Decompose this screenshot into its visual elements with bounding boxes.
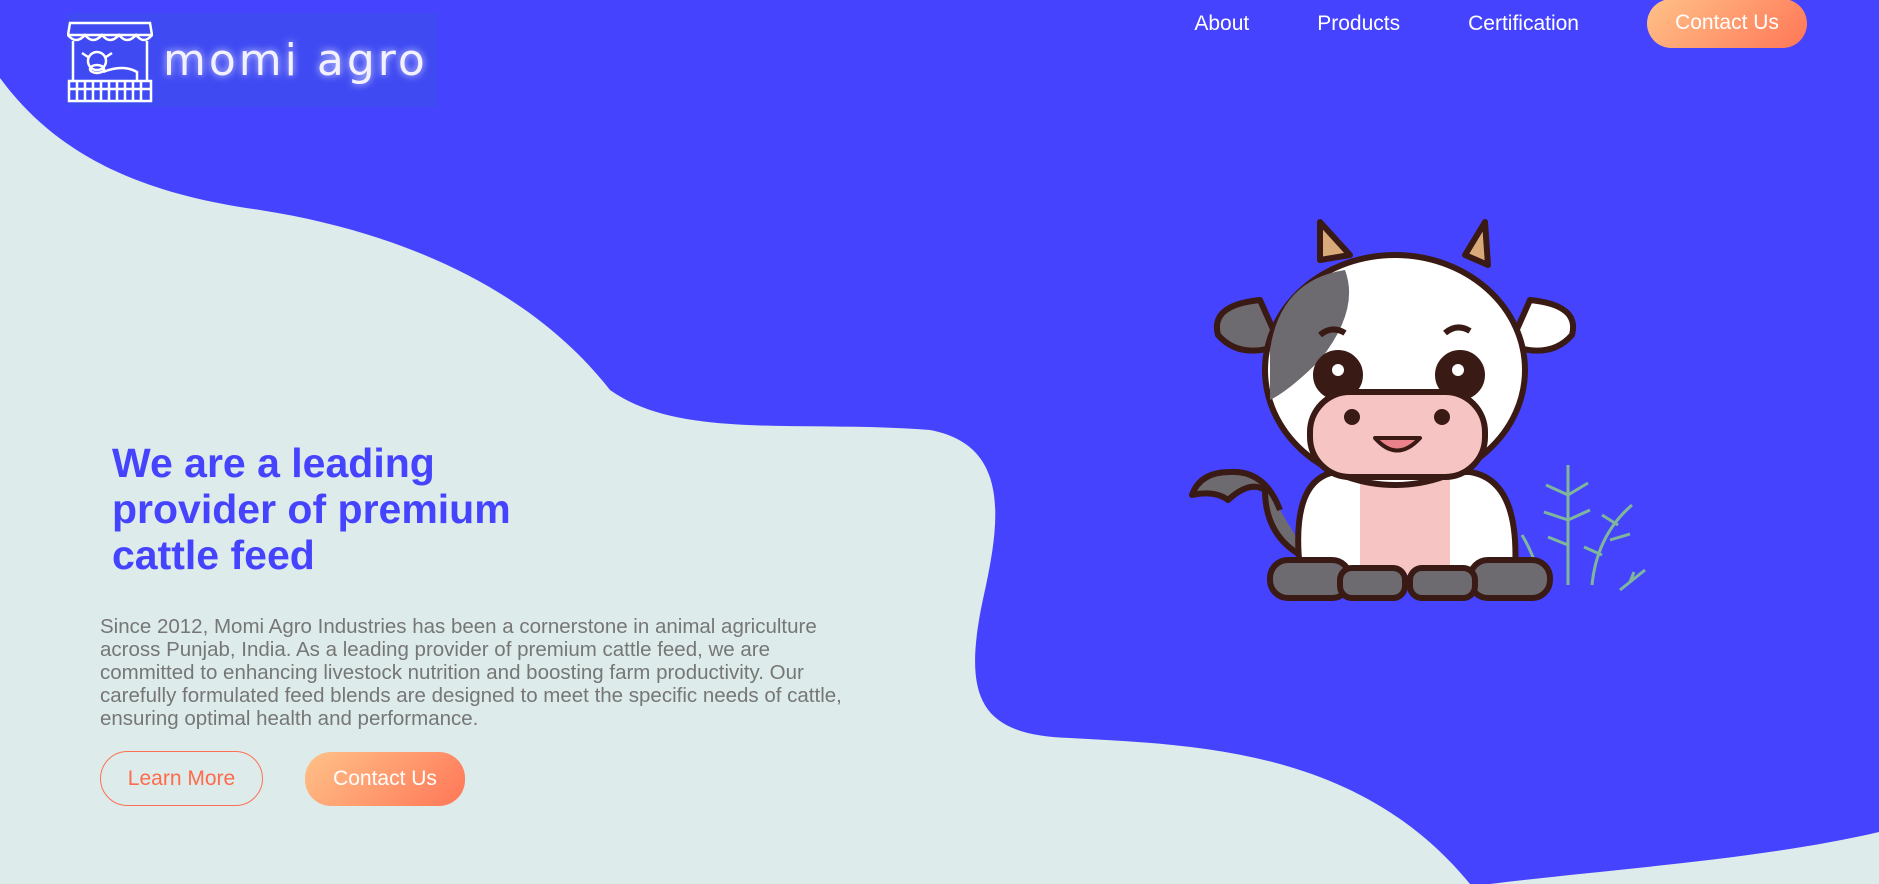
- logo[interactable]: momi agro: [67, 13, 437, 107]
- learn-more-button[interactable]: Learn More: [100, 751, 263, 806]
- nav-contact-button[interactable]: Contact Us: [1647, 0, 1807, 48]
- hero-heading: We are a leading provider of premium cat…: [112, 440, 511, 578]
- nav-certification[interactable]: Certification: [1468, 12, 1579, 36]
- main-nav: About Products Certification Contact Us: [1194, 0, 1807, 48]
- nav-about[interactable]: About: [1194, 12, 1249, 36]
- nav-products[interactable]: Products: [1317, 12, 1400, 36]
- brand-name: momi agro: [163, 34, 428, 86]
- hero-description: Since 2012, Momi Agro Industries has bee…: [100, 615, 842, 730]
- hero-contact-button[interactable]: Contact Us: [305, 752, 465, 806]
- cow-illustration: [1189, 219, 1646, 601]
- market-stall-cow-icon: [67, 21, 153, 103]
